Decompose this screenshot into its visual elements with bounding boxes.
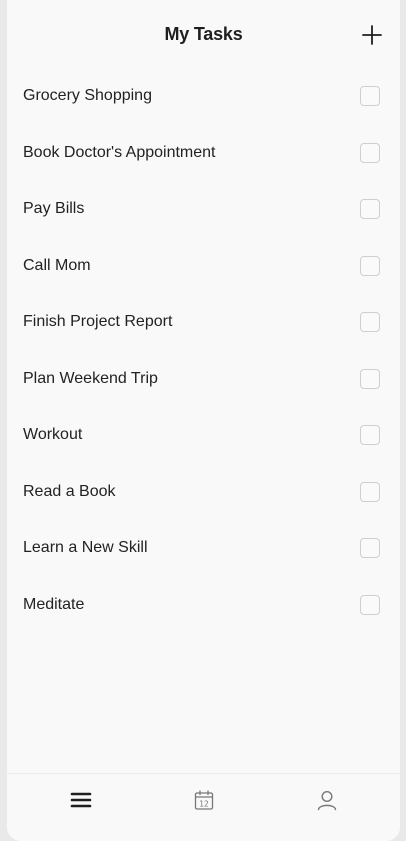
user-icon <box>317 790 337 811</box>
task-item[interactable]: Learn a New Skill <box>7 520 400 577</box>
plus-icon <box>362 25 382 45</box>
task-item[interactable]: Read a Book <box>7 464 400 521</box>
task-label: Finish Project Report <box>23 313 173 331</box>
task-label: Call Mom <box>23 256 91 274</box>
task-checkbox[interactable] <box>360 142 380 163</box>
task-checkbox[interactable] <box>360 538 380 559</box>
task-label: Plan Weekend Trip <box>23 369 158 387</box>
task-label: Pay Bills <box>23 200 85 218</box>
tab-calendar[interactable]: 12 <box>192 788 216 812</box>
calendar-day: 12 <box>199 799 209 808</box>
task-checkbox[interactable] <box>360 255 380 276</box>
calendar-icon: 12 <box>194 790 214 810</box>
header: My Tasks <box>7 0 400 70</box>
task-label: Learn a New Skill <box>23 539 148 557</box>
task-label: Workout <box>23 426 83 444</box>
task-item[interactable]: Plan Weekend Trip <box>7 351 400 408</box>
task-label: Read a Book <box>23 482 116 500</box>
task-item[interactable]: Grocery Shopping <box>7 68 400 125</box>
task-label: Meditate <box>23 595 85 613</box>
task-label: Grocery Shopping <box>23 87 152 105</box>
task-label: Book Doctor's Appointment <box>23 143 216 161</box>
task-checkbox[interactable] <box>360 594 380 615</box>
task-checkbox[interactable] <box>360 199 380 220</box>
tab-tasks[interactable] <box>69 788 93 812</box>
task-item[interactable]: Call Mom <box>7 238 400 295</box>
list-icon <box>70 792 92 808</box>
task-checkbox[interactable] <box>360 425 380 446</box>
page-title: My Tasks <box>164 24 243 44</box>
task-checkbox[interactable] <box>360 86 380 107</box>
task-item[interactable]: Finish Project Report <box>7 294 400 351</box>
task-checkbox[interactable] <box>360 481 380 502</box>
task-item[interactable]: Meditate <box>7 577 400 634</box>
task-item[interactable]: Pay Bills <box>7 181 400 238</box>
task-list: Grocery Shopping Book Doctor's Appointme… <box>7 68 400 633</box>
bottom-tab-bar: 12 <box>7 773 400 841</box>
task-checkbox[interactable] <box>360 368 380 389</box>
task-checkbox[interactable] <box>360 312 380 333</box>
app-screen: My Tasks Grocery Shopping Book Doctor's … <box>7 0 400 841</box>
task-item[interactable]: Book Doctor's Appointment <box>7 125 400 182</box>
add-task-button[interactable] <box>361 24 383 46</box>
task-item[interactable]: Workout <box>7 407 400 464</box>
tab-profile[interactable] <box>315 788 339 812</box>
